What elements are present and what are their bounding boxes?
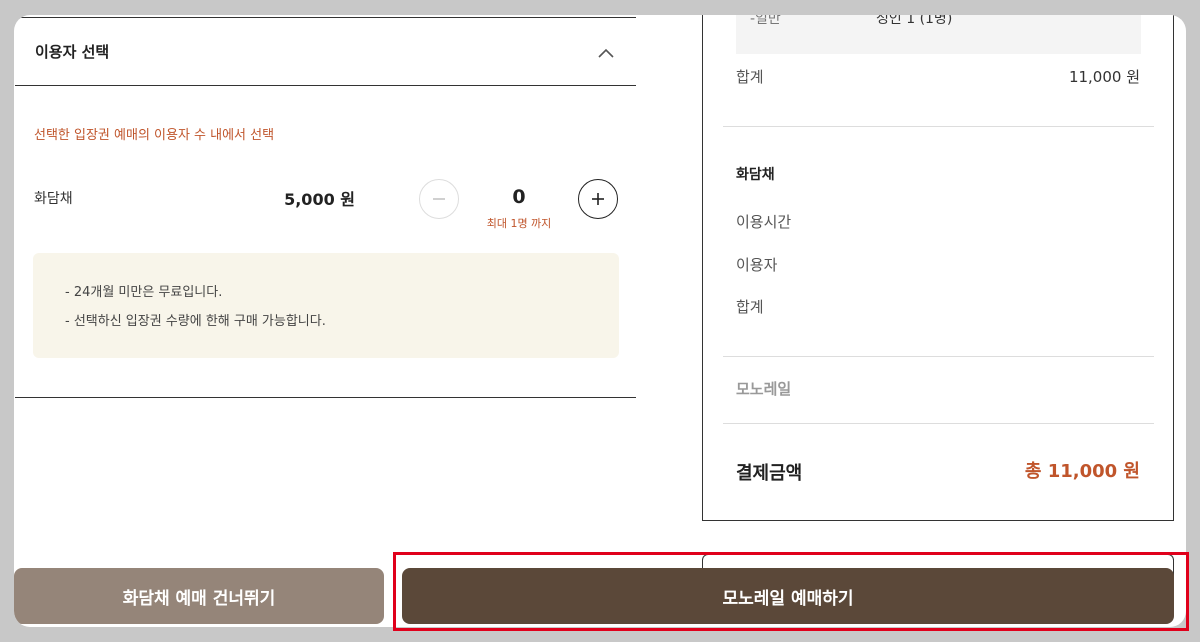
divider <box>723 356 1154 357</box>
skip-hwadamchae-button[interactable]: 화담채 예매 건너뛰기 <box>14 568 384 624</box>
item-price: 5,000 원 <box>284 190 355 209</box>
quantity-limit: 최대 1명 까지 <box>486 217 552 230</box>
divider <box>723 423 1154 424</box>
ticket-detail-band: -일반 성인 1 (1명) <box>736 15 1141 54</box>
ticket-total-value: 11,000 원 <box>1068 68 1140 86</box>
quantity-value: 0 <box>512 186 526 208</box>
plus-icon <box>592 193 604 205</box>
user-label: 이용자 <box>736 256 778 274</box>
general-value: 성인 1 (1명) <box>876 15 953 27</box>
info-line: - 선택하신 입장권 수량에 한해 구매 가능합니다. <box>65 314 326 329</box>
divider <box>723 126 1154 127</box>
user-select-header[interactable]: 이용자 선택 <box>15 17 636 86</box>
payment-label: 결제금액 <box>736 463 803 484</box>
chevron-up-icon[interactable] <box>595 42 617 64</box>
usage-time-label: 이용시간 <box>736 213 792 231</box>
item-name: 화담채 <box>34 191 73 207</box>
monorail-label: 모노레일 <box>736 380 792 398</box>
order-summary-panel: -일반 성인 1 (1명) 합계 11,000 원 화담채 이용시간 이용자 합… <box>702 15 1174 521</box>
info-line: - 24개월 미만은 무료입니다. <box>65 285 223 300</box>
increase-quantity-button[interactable] <box>578 179 618 219</box>
hwadamchae-heading: 화담채 <box>736 167 775 183</box>
book-monorail-button[interactable]: 모노레일 예매하기 <box>402 568 1174 624</box>
payment-value: 총 11,000 원 <box>1024 461 1140 482</box>
divider <box>15 397 636 398</box>
minus-icon <box>433 198 445 200</box>
ticket-total-label: 합계 <box>736 68 764 86</box>
info-box: - 24개월 미만은 무료입니다. - 선택하신 입장권 수량에 한해 구매 가… <box>33 253 619 358</box>
booking-sheet: 이용자 선택 선택한 입장권 예매의 이용자 수 내에서 선택 화담채 5,00… <box>14 15 1186 627</box>
section-title: 이용자 선택 <box>35 43 110 61</box>
general-label: -일반 <box>750 15 781 27</box>
user-select-panel: 이용자 선택 선택한 입장권 예매의 이용자 수 내에서 선택 화담채 5,00… <box>15 15 636 415</box>
hwadamchae-total-label: 합계 <box>736 298 764 316</box>
selection-notice: 선택한 입장권 예매의 이용자 수 내에서 선택 <box>34 128 275 143</box>
decrease-quantity-button[interactable] <box>419 179 459 219</box>
